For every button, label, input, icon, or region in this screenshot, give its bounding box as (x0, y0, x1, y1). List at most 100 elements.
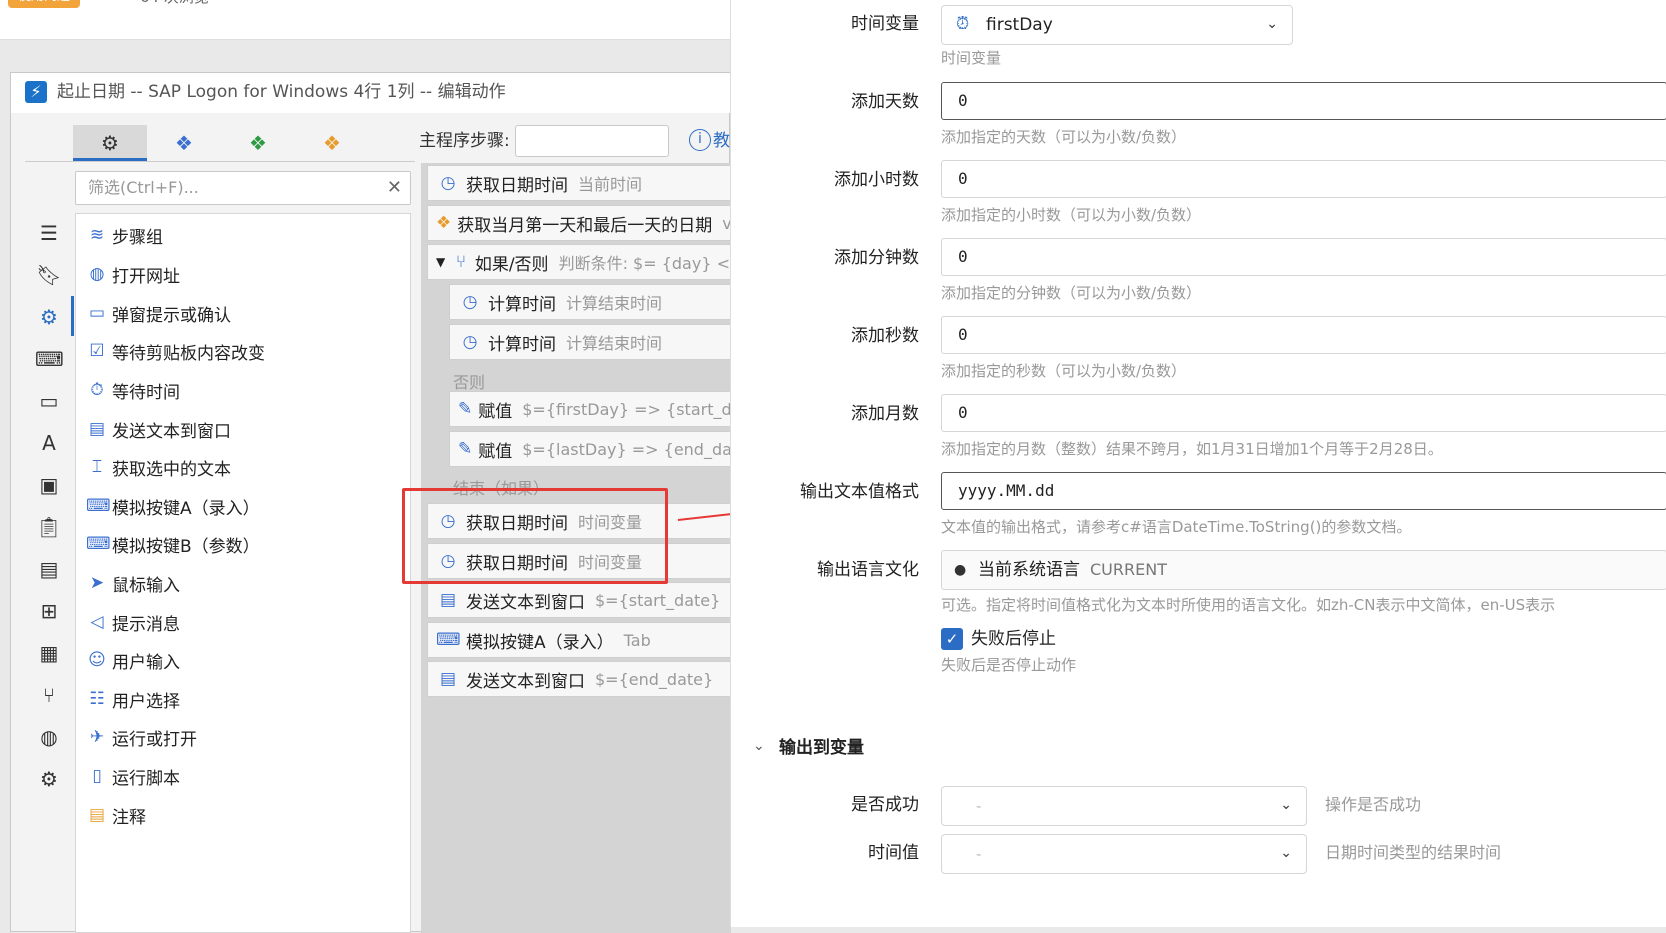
time-value-hint: 日期时间类型的结果时间 (1325, 843, 1502, 862)
palette-item-notify[interactable]: ◁ 提示消息 (86, 603, 406, 641)
add-months-hint: 添加指定的月数（整数）结果不跨月，如1月31日增加1个月等于2月28日。 (941, 440, 1443, 458)
add-days-input[interactable]: 0 (941, 82, 1666, 120)
clock-icon: ◷ (462, 332, 478, 352)
text-icon[interactable]: A (35, 429, 63, 457)
main-steps-label: 主程序步骤: (419, 131, 510, 151)
time-value-select[interactable]: - ⌄ (941, 834, 1307, 874)
script-icon: ▯ (92, 766, 102, 786)
add-minutes-hint: 添加指定的分钟数（可以为小数/负数） (941, 284, 1202, 302)
stop-on-fail-hint: 失败后是否停止动作 (941, 656, 1077, 674)
filter-placeholder: 筛选(Ctrl+F)... (88, 178, 199, 197)
palette-item-user-input[interactable]: ☺ 用户输入 (86, 641, 406, 679)
palette-item-wait-time[interactable]: ⏱︎ 等待时间 (86, 371, 406, 409)
step-row[interactable]: ▤ 发送文本到窗口 $={start_date} (427, 582, 731, 618)
step-row[interactable]: ◷ 获取日期时间 当前时间 (427, 165, 731, 201)
palette-item-open-url[interactable]: ◍ 打开网址 (86, 255, 406, 293)
else-label: 否则 (453, 373, 486, 392)
palette-item-user-select[interactable]: ☷ 用户选择 (86, 680, 406, 718)
palette-item-key-b[interactable]: ⌨ 模拟按键B（参数） (86, 525, 406, 563)
tutorial-link[interactable]: 教 (713, 129, 730, 153)
stop-on-fail-checkbox[interactable]: ✓ (941, 628, 963, 650)
format-input[interactable]: yyyy.MM.dd (941, 472, 1666, 510)
add-seconds-input[interactable]: 0 (941, 316, 1666, 354)
dialog-title: 起止日期 -- SAP Logon for Windows 4行 1列 -- 编… (57, 82, 506, 102)
time-var-select[interactable]: ⏰︎ firstDay ⌄ (941, 5, 1293, 45)
info-icon[interactable]: i (689, 129, 711, 151)
clipboard-icon[interactable]: 📋︎ (35, 513, 63, 541)
message-icon: ▤ (88, 419, 106, 439)
windows-icon[interactable]: ⊞ (35, 597, 63, 625)
dialog-icon: ▭ (88, 303, 106, 323)
megaphone-icon: ◁ (90, 612, 104, 632)
add-months-input[interactable]: 0 (941, 394, 1666, 432)
step-row[interactable]: ❖ 获取当月第一天和最后一天的日期 v (427, 205, 731, 241)
palette-item-comment[interactable]: ▤ 注释 (86, 796, 406, 834)
success-select[interactable]: - ⌄ (941, 786, 1307, 826)
stop-on-fail-label[interactable]: 失败后停止 (971, 627, 1056, 651)
tab-green-blocks[interactable]: ❖ (221, 125, 295, 161)
step-row-if[interactable]: ▼ ⑂ 如果/否则 判断条件: $= {day} < (427, 244, 731, 280)
user-icon: ☺ (88, 650, 106, 670)
calculator-icon[interactable]: ▦ (35, 639, 63, 667)
clock-icon: ◷ (462, 292, 478, 312)
step-row[interactable]: ✎赋值$={lastDay} => {end_date} (449, 431, 731, 467)
format-label: 输出文本值格式 (800, 482, 919, 502)
palette-item-step-group[interactable]: ≋ 步骤组 (86, 216, 406, 254)
menu-icon[interactable]: ☰ (35, 219, 63, 247)
settings-cog-icon[interactable]: ⚙ (35, 765, 63, 793)
palette-item-popup[interactable]: ▭ 弹窗提示或确认 (86, 294, 406, 332)
note-icon: ▤ (88, 805, 106, 825)
clock-icon: ◷ (440, 173, 456, 193)
add-hours-input[interactable]: 0 (941, 160, 1666, 198)
highlight-box (402, 488, 668, 584)
gears-icon: ⚙ (101, 131, 119, 155)
palette-item-key-a[interactable]: ⌨ 模拟按键A（录入） (86, 487, 406, 525)
step-row[interactable]: ⌨ 模拟按键A（录入） Tab (427, 622, 731, 658)
keyboard-icon[interactable]: ⌨ (35, 345, 64, 373)
globe-icon: ◍ (89, 264, 105, 284)
palette-item-get-selected-text[interactable]: ⌶ 获取选中的文本 (86, 448, 406, 486)
step-row[interactable]: ◷ 计算时间 计算结束时间 (449, 284, 731, 320)
tab-orange-blocks[interactable]: ❖ (295, 125, 369, 161)
tab-settings[interactable]: ⚙ (73, 125, 147, 161)
add-hours-hint: 添加指定的小时数（可以为小数/负数） (941, 206, 1202, 224)
collapse-triangle-icon[interactable]: ▼ (436, 255, 445, 269)
time-value-value: - (976, 845, 982, 863)
time-var-label: 时间变量 (851, 14, 919, 34)
main-steps-input[interactable] (515, 125, 669, 157)
palette-item-wait-clipboard[interactable]: ☑ 等待剪贴板内容改变 (86, 332, 406, 370)
time-var-hint: 时间变量 (941, 49, 1002, 67)
green-blocks-icon: ❖ (249, 131, 267, 155)
clear-icon[interactable]: ✕ (387, 176, 402, 200)
branch-icon[interactable]: ⑂ (35, 681, 63, 709)
gear-icon[interactable]: ⚙ (35, 303, 63, 331)
check-icon: ✓ (945, 630, 959, 648)
palette-item-run-open[interactable]: ✈ 运行或打开 (86, 718, 406, 756)
window-icon[interactable]: ▭ (35, 387, 63, 415)
section-chevron-icon[interactable]: ⌄ (753, 738, 765, 754)
palette-item-mouse-input[interactable]: ➤ 鼠标输入 (86, 564, 406, 602)
add-seconds-hint: 添加指定的秒数（可以为小数/负数） (941, 362, 1187, 380)
culture-code: CURRENT (1090, 560, 1167, 579)
blue-blocks-icon: ❖ (175, 131, 193, 155)
image-icon[interactable]: ▣ (35, 471, 63, 499)
palette-item-run-script[interactable]: ▯ 运行脚本 (86, 757, 406, 795)
keyboard-icon: ⌨ (86, 534, 111, 554)
palette-item-send-text[interactable]: ▤ 发送文本到窗口 (86, 410, 406, 448)
step-row[interactable]: ▤ 发送文本到窗口 $={end_date} (427, 661, 731, 697)
keyboard-icon: ⌨ (436, 630, 461, 650)
document-icon[interactable]: ▤ (35, 555, 63, 583)
step-row[interactable]: ◷ 计算时间 计算结束时间 (449, 324, 731, 360)
add-minutes-input[interactable]: 0 (941, 238, 1666, 276)
chevron-down-icon: ⌄ (1280, 845, 1292, 861)
chevron-down-icon: ⌄ (1266, 16, 1278, 32)
step-row[interactable]: ✎赋值$={firstDay} => {start_date} (449, 391, 731, 427)
bullet-icon: ● (954, 562, 967, 578)
culture-select[interactable]: ● 当前系统语言 CURRENT (941, 550, 1666, 590)
tab-blue-blocks[interactable]: ❖ (147, 125, 221, 161)
bookmark-icon[interactable]: 🔖︎ (35, 261, 63, 289)
globe-icon[interactable]: ◍ (35, 723, 63, 751)
output-section-title[interactable]: 输出到变量 (779, 736, 864, 760)
format-hint: 文本值的输出格式，请参考c#语言DateTime.ToString()的参数文档… (941, 518, 1412, 536)
filter-input[interactable]: 筛选(Ctrl+F)... ✕ (75, 171, 411, 205)
